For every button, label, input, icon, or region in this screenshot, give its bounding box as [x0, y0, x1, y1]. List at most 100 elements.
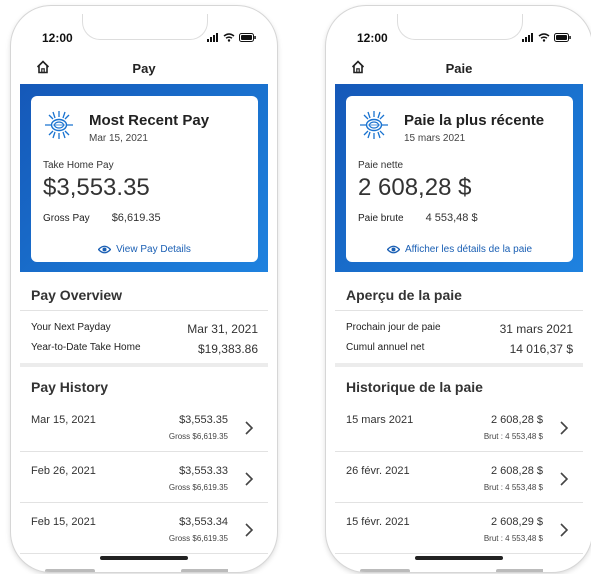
history-amount: 2 608,29 $: [491, 516, 543, 528]
history-gross: Brut : 4 553,48 $: [483, 432, 543, 441]
recent-pay-banner: Paie la plus récente 15 mars 2021 Paie n…: [335, 84, 583, 272]
history-gross: Brut : 4 553,48 $: [483, 483, 543, 492]
status-time: 12:00: [42, 31, 73, 45]
screen: 12:00 Pay Most Recent Pay Mar 15, 2021 T…: [20, 14, 268, 572]
card-date: Mar 15, 2021: [89, 133, 148, 144]
pay-history-item[interactable]: Mar 15, 2021 $3,553.35 Gross $6,619.35: [31, 412, 258, 462]
phone-english: 12:00 Pay Most Recent Pay Mar 15, 2021 T…: [11, 6, 277, 572]
eye-icon: [98, 245, 112, 254]
gross-pay-row: Gross Pay $6,619.35: [43, 212, 161, 224]
section-divider: [20, 363, 268, 367]
next-payday-value: Mar 31, 2021: [187, 322, 258, 336]
status-bar: 12:00: [20, 28, 268, 48]
card-date: 15 mars 2021: [404, 133, 466, 144]
next-payday-label: Prochain jour de paie: [346, 322, 441, 333]
chevron-right-icon: [560, 421, 569, 435]
history-amount: 2 608,28 $: [491, 414, 543, 426]
pay-history-item[interactable]: Feb 26, 2021 $3,553.33 Gross $6,619.35: [31, 463, 258, 513]
section-divider: [335, 363, 583, 367]
divider: [20, 451, 268, 452]
divider: [335, 553, 583, 554]
signal-icon: [207, 33, 218, 42]
history-gross: Gross $6,619.35: [168, 534, 228, 543]
phone-french: 12:00 Paie Paie la plus récente 15 mars …: [326, 6, 591, 572]
pay-history-title: Pay History: [31, 379, 109, 395]
status-bar: 12:00: [335, 28, 583, 48]
history-date: 26 févr. 2021: [346, 465, 410, 477]
pay-history-title: Historique de la paie: [346, 379, 483, 395]
history-date: 15 févr. 2021: [346, 516, 410, 528]
divider: [335, 502, 583, 503]
divider: [335, 310, 583, 311]
gross-pay-label: Paie brute: [358, 213, 404, 224]
recent-pay-card: Most Recent Pay Mar 15, 2021 Take Home P…: [31, 96, 258, 262]
chevron-right-icon: [245, 472, 254, 486]
pay-history-item[interactable]: 26 févr. 2021 2 608,28 $ Brut : 4 553,48…: [346, 463, 573, 513]
next-payday-row: Your Next Payday Mar 31, 2021: [31, 322, 258, 336]
divider: [20, 310, 268, 311]
take-home-amount: 2 608,28 $: [358, 174, 472, 201]
chevron-right-icon: [560, 472, 569, 486]
take-home-amount: $3,553.35: [43, 174, 150, 201]
ytd-row: Cumul annuel net 14 016,37 $: [346, 342, 573, 356]
gross-pay-row: Paie brute 4 553,48 $: [358, 212, 478, 224]
view-pay-details-link[interactable]: Afficher les détails de la paie: [346, 244, 573, 255]
history-amount: 2 608,28 $: [491, 465, 543, 477]
ytd-value: $19,383.86: [197, 342, 258, 356]
gross-pay-amount: 4 553,48 $: [425, 212, 478, 224]
view-pay-details-link[interactable]: View Pay Details: [31, 244, 258, 255]
history-gross: Brut : 4 553,48 $: [483, 534, 543, 543]
chevron-right-icon: [560, 523, 569, 537]
history-amount: $3,553.34: [179, 516, 228, 528]
next-payday-row: Prochain jour de paie 31 mars 2021: [346, 322, 573, 336]
sun-logo-icon: [45, 111, 73, 139]
chevron-right-icon: [245, 523, 254, 537]
divider: [20, 502, 268, 503]
history-amount: $3,553.33: [179, 465, 228, 477]
app-header: Paie: [335, 54, 583, 82]
cut-off-history-item: [31, 565, 228, 572]
ytd-value: 14 016,37 $: [509, 342, 573, 356]
recent-pay-banner: Most Recent Pay Mar 15, 2021 Take Home P…: [20, 84, 268, 272]
pay-overview-title: Aperçu de la paie: [346, 287, 462, 303]
history-date: Feb 15, 2021: [31, 516, 96, 528]
battery-icon: [554, 33, 571, 42]
screen: 12:00 Paie Paie la plus récente 15 mars …: [335, 14, 583, 572]
app-header: Pay: [20, 54, 268, 82]
recent-pay-card: Paie la plus récente 15 mars 2021 Paie n…: [346, 96, 573, 262]
page-title: Paie: [445, 61, 473, 76]
home-indicator[interactable]: [100, 556, 188, 560]
take-home-label: Paie nette: [358, 160, 404, 171]
next-payday-value: 31 mars 2021: [499, 322, 573, 336]
battery-icon: [239, 33, 256, 42]
next-payday-label: Your Next Payday: [31, 322, 111, 333]
ytd-row: Year-to-Date Take Home $19,383.86: [31, 342, 258, 356]
wifi-icon: [538, 33, 550, 42]
home-indicator[interactable]: [415, 556, 503, 560]
card-title: Paie la plus récente: [404, 112, 545, 129]
sun-logo-icon: [360, 111, 388, 139]
divider: [335, 451, 583, 452]
history-gross: Gross $6,619.35: [168, 483, 228, 492]
signal-icon: [522, 33, 533, 42]
history-gross: Gross $6,619.35: [168, 432, 228, 441]
take-home-label: Take Home Pay: [43, 160, 114, 171]
gross-pay-amount: $6,619.35: [111, 212, 161, 224]
history-amount: $3,553.35: [179, 414, 228, 426]
chevron-right-icon: [245, 421, 254, 435]
pay-history-item[interactable]: 15 mars 2021 2 608,28 $ Brut : 4 553,48 …: [346, 412, 573, 462]
cut-off-history-item: [346, 565, 543, 572]
history-date: Mar 15, 2021: [31, 414, 96, 426]
pay-overview-title: Pay Overview: [31, 287, 123, 303]
divider: [20, 553, 268, 554]
view-pay-details-label: View Pay Details: [116, 244, 191, 255]
history-date: 15 mars 2021: [346, 414, 414, 426]
history-date: Feb 26, 2021: [31, 465, 96, 477]
status-time: 12:00: [357, 31, 388, 45]
card-title: Most Recent Pay: [89, 112, 210, 129]
wifi-icon: [223, 33, 235, 42]
gross-pay-label: Gross Pay: [43, 213, 90, 224]
ytd-label: Cumul annuel net: [346, 342, 425, 353]
eye-icon: [386, 245, 400, 254]
page-title: Pay: [132, 61, 156, 76]
